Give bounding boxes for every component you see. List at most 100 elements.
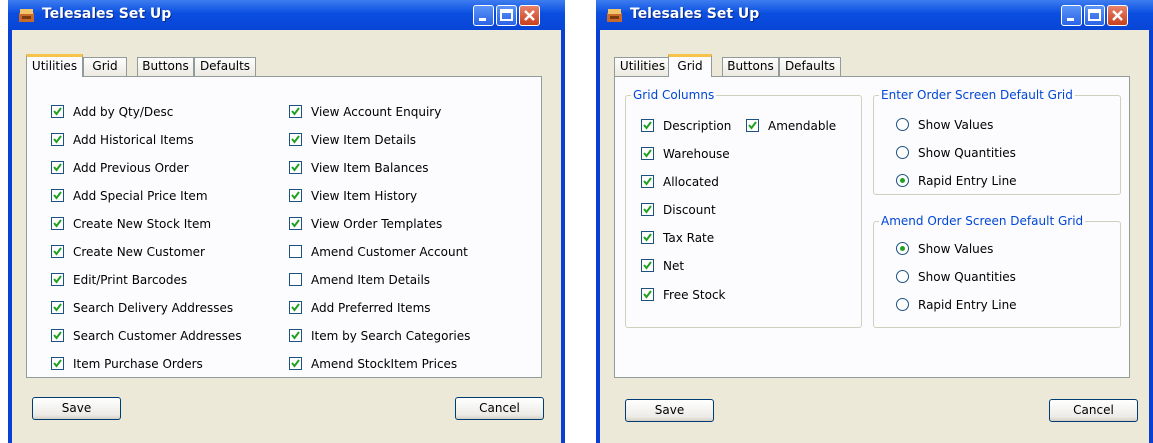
save-button[interactable]: Save: [625, 399, 714, 422]
tab-buttons[interactable]: Buttons: [722, 57, 779, 76]
checkmark-icon: [748, 121, 757, 130]
telesales-setup-window-grid: Telesales Set Up Utilities Grid Buttons …: [596, 0, 1153, 443]
checkbox-box: [289, 245, 302, 258]
tab-defaults[interactable]: Defaults: [779, 57, 841, 76]
checkmark-icon: [291, 219, 300, 228]
group-title: Enter Order Screen Default Grid: [879, 87, 1075, 103]
checkbox-label: Add Preferred Items: [311, 301, 431, 315]
tab-defaults[interactable]: Defaults: [194, 57, 256, 76]
grid-columns-group: Grid Columns Description Amendable Wareh…: [625, 87, 862, 328]
radio-circle: [896, 146, 909, 159]
close-icon: [524, 10, 535, 21]
checkbox-box: [641, 119, 654, 132]
checkbox-label: Amend StockItem Prices: [311, 357, 458, 371]
radio-label: Show Values: [918, 118, 994, 132]
checkbox-box: [51, 161, 64, 174]
checkmark-icon: [53, 135, 62, 144]
checkmark-icon: [53, 359, 62, 368]
checkbox-box: [289, 189, 302, 202]
button-label: Save: [654, 403, 685, 417]
utilities-panel: Add by Qty/Desc Add Historical Items Add…: [26, 76, 542, 378]
checkmark-icon: [291, 107, 300, 116]
checkmark-icon: [53, 303, 62, 312]
maximize-button[interactable]: [1084, 5, 1105, 26]
tab-utilities[interactable]: Utilities: [26, 54, 83, 77]
checkbox-box: [51, 273, 64, 286]
checkmark-icon: [291, 359, 300, 368]
grid-panel: Grid Columns Description Amendable Wareh…: [614, 76, 1130, 378]
checkmark-icon: [53, 163, 62, 172]
tab-grid[interactable]: Grid: [83, 57, 127, 76]
checkbox-box: [641, 288, 654, 301]
checkbox-box: [51, 133, 64, 146]
cancel-button[interactable]: Cancel: [1049, 399, 1138, 422]
tab-utilities[interactable]: Utilities: [614, 57, 671, 76]
checkbox-box: [289, 329, 302, 342]
tab-grid[interactable]: Grid: [668, 54, 712, 77]
checkbox-box: [51, 105, 64, 118]
tab-label: Utilities: [619, 59, 666, 73]
checkmark-icon: [643, 177, 652, 186]
checkbox-label: Item Purchase Orders: [73, 357, 203, 371]
title-bar[interactable]: Telesales Set Up: [596, 0, 1153, 30]
minimize-button[interactable]: [1061, 5, 1082, 26]
checkbox-box: [51, 245, 64, 258]
checkbox-box: [289, 161, 302, 174]
checkbox-box: [51, 329, 64, 342]
radio-circle: [896, 298, 909, 311]
app-icon: [19, 9, 34, 22]
checkbox-box: [289, 217, 302, 230]
tab-buttons[interactable]: Buttons: [137, 57, 194, 76]
checkbox-label: Warehouse: [663, 147, 730, 161]
amend-order-grid-group: Amend Order Screen Default Grid Show Val…: [873, 213, 1121, 328]
checkbox-label: Create New Customer: [73, 245, 205, 259]
radio-circle: [896, 242, 909, 255]
tab-label: Grid: [92, 59, 118, 73]
checkmark-icon: [53, 331, 62, 340]
checkbox-box: [289, 301, 302, 314]
checkmark-icon: [53, 191, 62, 200]
checkbox-box: [51, 301, 64, 314]
minimize-icon: [479, 18, 486, 21]
checkbox-label: Amend Item Details: [311, 273, 431, 287]
checkbox-label: Search Delivery Addresses: [73, 301, 234, 315]
checkbox-label: Free Stock: [663, 288, 726, 302]
checkbox-box: [641, 259, 654, 272]
checkmark-icon: [53, 219, 62, 228]
checkbox-label: Amend Customer Account: [311, 245, 468, 259]
checkmark-icon: [53, 275, 62, 284]
checkbox-box: [746, 119, 759, 132]
checkmark-icon: [53, 107, 62, 116]
tab-label: Grid: [677, 59, 703, 73]
minimize-button[interactable]: [473, 5, 494, 26]
checkmark-icon: [53, 247, 62, 256]
button-label: Cancel: [1073, 403, 1114, 417]
checkmark-icon: [291, 135, 300, 144]
maximize-button[interactable]: [496, 5, 517, 26]
checkbox-box: [51, 189, 64, 202]
close-button[interactable]: [519, 5, 540, 26]
group-title: Grid Columns: [631, 87, 717, 103]
checkbox-label: Description: [663, 119, 732, 133]
checkbox-box: [641, 231, 654, 244]
checkbox-label: Discount: [663, 203, 716, 217]
button-label: Cancel: [479, 401, 520, 415]
checkbox-box: [641, 175, 654, 188]
checkbox-label: Create New Stock Item: [73, 217, 212, 231]
radio-circle: [896, 174, 909, 187]
enter-order-grid-group: Enter Order Screen Default Grid Show Val…: [873, 87, 1121, 195]
checkbox-label: Add Historical Items: [73, 133, 194, 147]
save-button[interactable]: Save: [32, 397, 121, 420]
checkmark-icon: [643, 121, 652, 130]
app-icon: [607, 9, 622, 22]
checkmark-icon: [291, 331, 300, 340]
cancel-button[interactable]: Cancel: [455, 397, 544, 420]
checkbox-box: [641, 203, 654, 216]
close-button[interactable]: [1107, 5, 1128, 26]
checkmark-icon: [643, 233, 652, 242]
tab-label: Buttons: [142, 59, 189, 73]
checkbox-label: View Item Balances: [311, 161, 429, 175]
window-title: Telesales Set Up: [630, 6, 760, 22]
group-title: Amend Order Screen Default Grid: [879, 213, 1086, 229]
title-bar[interactable]: Telesales Set Up: [8, 0, 565, 30]
